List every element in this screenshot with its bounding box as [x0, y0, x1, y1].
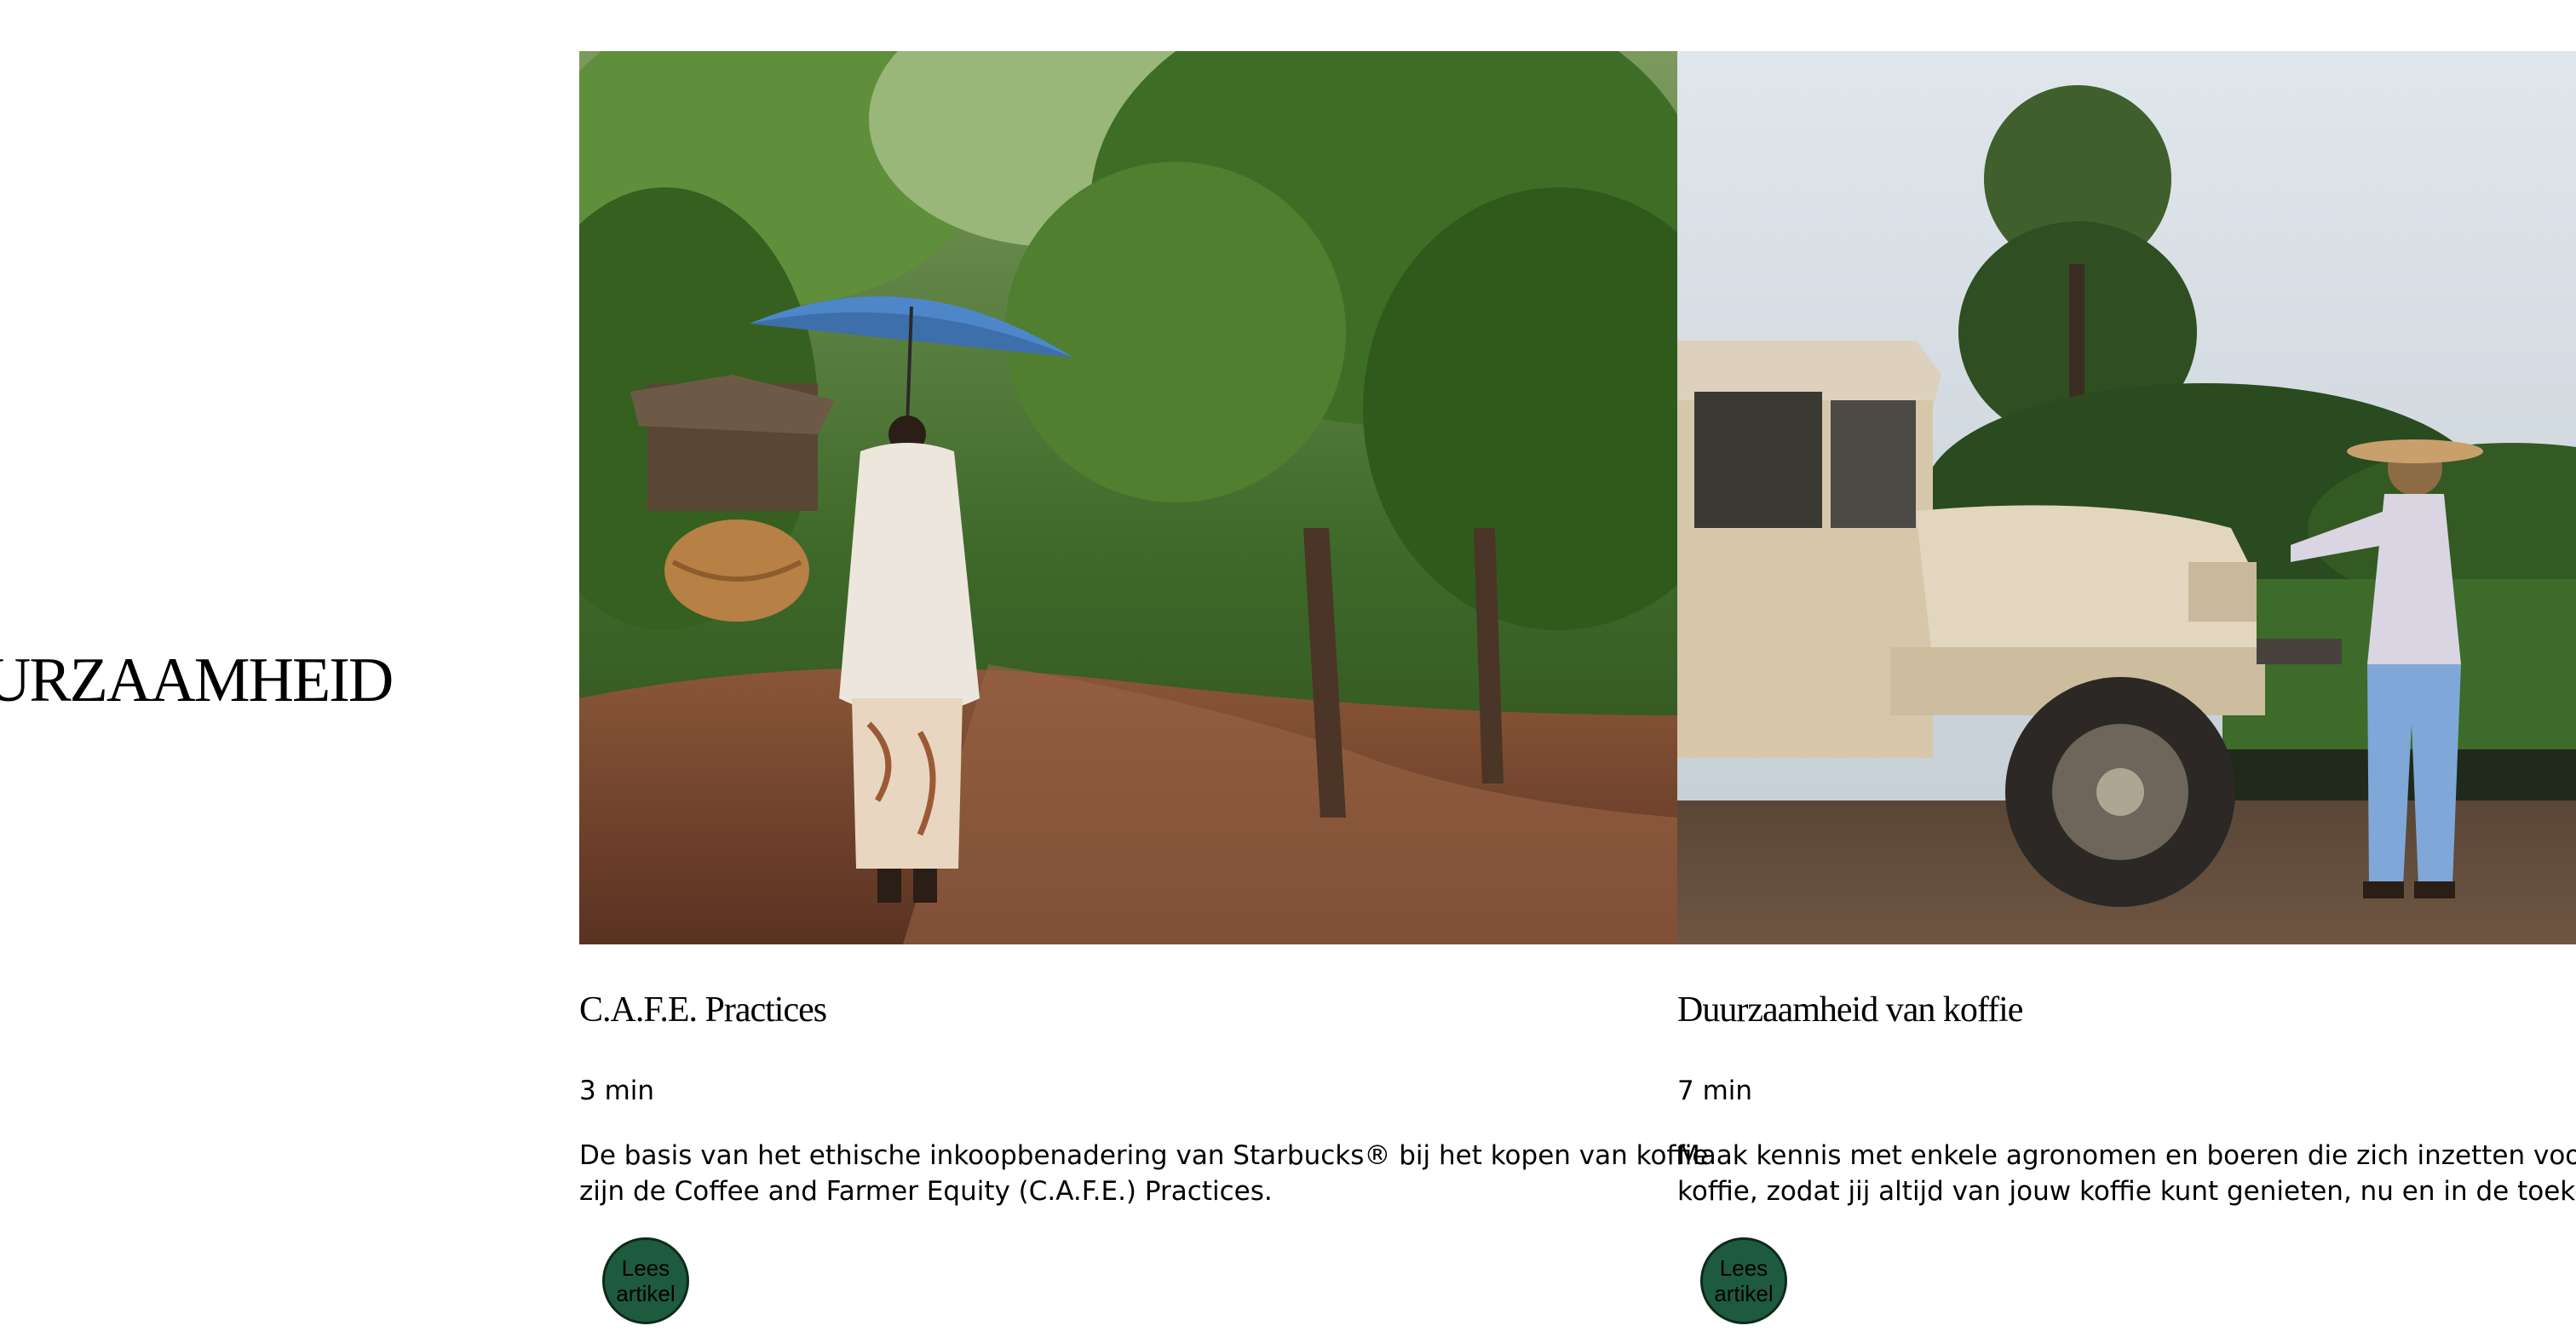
read-article-button[interactable]: Lees artikel [602, 1237, 689, 1324]
article-description-line: koffie, zodat jij altijd van jouw koffie… [1677, 1176, 2576, 1207]
article-description: De basis van het ethische inkoopbenaderi… [579, 1138, 1709, 1209]
read-time: 3 min [579, 1076, 655, 1106]
read-time: 7 min [1677, 1076, 1753, 1106]
read-article-button[interactable]: Lees artikel [1700, 1237, 1787, 1324]
section-heading: DUURZAAMHEID [0, 646, 394, 715]
page: DUURZAAMHEID [0, 0, 2576, 1337]
article-title[interactable]: C.A.F.E. Practices [579, 990, 827, 1030]
article-card-coffee-sustainability[interactable]: Duurzaamheid van koffie 7 min Maak kenni… [1677, 51, 2576, 1324]
article-image-coffee-sustainability[interactable] [1677, 51, 2576, 944]
article-title[interactable]: Duurzaamheid van koffie [1677, 990, 2023, 1030]
article-card-cafe-practices[interactable]: C.A.F.E. Practices 3 min De basis van he… [579, 51, 1708, 1324]
article-description-line: Maak kennis met enkele agronomen en boer… [1677, 1140, 2576, 1171]
article-description-line: De basis van het ethische inkoopbenaderi… [579, 1140, 1709, 1171]
article-description-line: zijn de Coffee and Farmer Equity (C.A.F.… [579, 1176, 1273, 1207]
article-image-cafe-practices[interactable] [579, 51, 1677, 944]
article-description: Maak kennis met enkele agronomen en boer… [1677, 1138, 2576, 1209]
